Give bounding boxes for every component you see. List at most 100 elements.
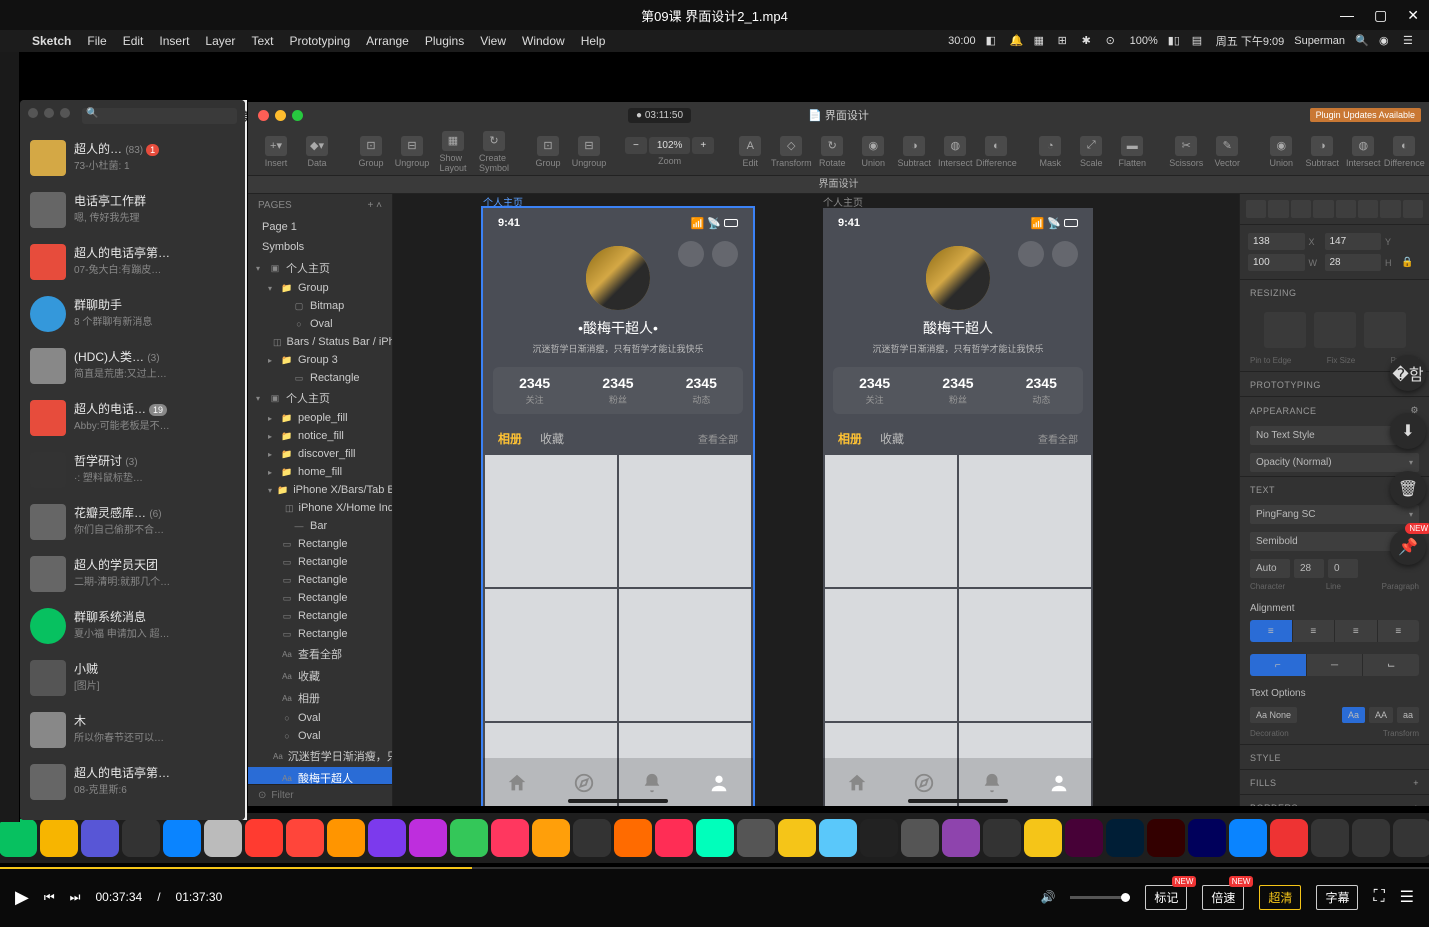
dock-app-icon[interactable] xyxy=(1270,819,1308,857)
bell-icon[interactable] xyxy=(641,772,663,794)
plugin-update-badge[interactable]: Plugin Updates Available xyxy=(1310,108,1421,122)
line-height[interactable]: 28 xyxy=(1294,559,1324,578)
layer-row[interactable]: ○Oval xyxy=(248,315,392,333)
dock-app-icon[interactable] xyxy=(1352,819,1390,857)
conversation-item[interactable]: 群聊系统消息 夏小福 申请加入 超… xyxy=(20,600,245,652)
discover-icon[interactable] xyxy=(573,772,595,794)
stat-posts[interactable]: 2345动态 xyxy=(1000,375,1083,406)
header-circle-button[interactable] xyxy=(678,241,704,267)
align-top-icon[interactable] xyxy=(1313,200,1333,218)
wechat-conversation-list[interactable]: 🔍 超人的… (83)1 73-小杜菌: 1 电话亭工作群 嗯, 传好我先理 超… xyxy=(20,100,245,820)
preview-control[interactable] xyxy=(1364,312,1406,348)
conversation-item[interactable]: 小贼 [图片] xyxy=(20,652,245,704)
dock-app-icon[interactable] xyxy=(368,819,406,857)
photo-cell[interactable] xyxy=(959,589,1091,721)
discover-icon[interactable] xyxy=(913,772,935,794)
page-item[interactable]: Page 1 xyxy=(248,217,392,237)
header-circle-button[interactable] xyxy=(1018,241,1044,267)
stat-fans[interactable]: 2345粉丝 xyxy=(916,375,999,406)
tb-difference2[interactable]: ◐Difference xyxy=(1386,136,1422,168)
volume-icon[interactable]: 🔊 xyxy=(1040,890,1055,904)
dock-app-icon[interactable] xyxy=(696,819,734,857)
artboard-header[interactable]: ▾▣个人主页 xyxy=(248,387,392,409)
speed-button[interactable]: 倍速NEW xyxy=(1202,885,1244,910)
traffic-light[interactable] xyxy=(28,108,38,118)
distribute-icon[interactable] xyxy=(1403,200,1423,218)
dock-app-icon[interactable] xyxy=(1065,819,1103,857)
menu-window[interactable]: Window xyxy=(514,34,573,48)
tb-edit[interactable]: AEdit xyxy=(732,136,768,168)
dock-app-icon[interactable] xyxy=(0,819,37,857)
h-input[interactable] xyxy=(1325,254,1382,271)
layer-row[interactable]: ▾📁iPhone X/Bars/Tab Bar/… xyxy=(248,481,392,499)
dock-app-icon[interactable] xyxy=(491,819,529,857)
dock-app-icon[interactable] xyxy=(655,819,693,857)
fills-header[interactable]: Fills+ xyxy=(1240,769,1429,794)
dock-app-icon[interactable] xyxy=(737,819,775,857)
menu-edit[interactable]: Edit xyxy=(115,34,152,48)
tab-fav[interactable]: 收藏 xyxy=(880,430,904,447)
play-icon[interactable]: ▶ xyxy=(15,887,29,908)
layer-row[interactable]: ▭Rectangle xyxy=(248,607,392,625)
conversation-item[interactable]: 电话亭工作群 嗯, 传好我先理 xyxy=(20,184,245,236)
home-icon[interactable] xyxy=(846,772,868,794)
dock-app-icon[interactable] xyxy=(122,819,160,857)
share-icon[interactable]: �함 xyxy=(1390,355,1426,391)
layer-row[interactable]: ▸📁notice_fill xyxy=(248,427,392,445)
filter-row[interactable]: ⊙Filter xyxy=(248,784,392,806)
status-icon[interactable]: ▦ xyxy=(1034,34,1048,48)
stat-follow[interactable]: 2345关注 xyxy=(833,375,916,406)
conversation-item[interactable]: 超人的电话亭第… 07-兔大白:有蹦皮… xyxy=(20,236,245,288)
deco-none[interactable]: Aa None xyxy=(1250,707,1297,723)
pin-icon[interactable]: 📌NEW xyxy=(1390,529,1426,565)
traffic-light[interactable] xyxy=(60,108,70,118)
maximize-icon[interactable]: ▢ xyxy=(1374,7,1387,24)
layer-row[interactable]: Aa酸梅干超人 xyxy=(248,767,392,784)
layer-row[interactable]: ◫Bars / Status Bar / iPho… xyxy=(248,333,392,351)
layer-row[interactable]: Aa收藏 xyxy=(248,665,392,687)
status-icon[interactable]: ⊞ xyxy=(1058,34,1072,48)
photo-cell[interactable] xyxy=(619,455,751,587)
transform-upper[interactable]: AA xyxy=(1369,707,1393,723)
layer-row[interactable]: ▭Rectangle xyxy=(248,589,392,607)
photo-cell[interactable] xyxy=(825,589,957,721)
layer-row[interactable]: ○Oval xyxy=(248,727,392,745)
tb-rotate[interactable]: ↻Rotate xyxy=(814,136,850,168)
tb-group[interactable]: ⊡Group xyxy=(353,136,389,168)
conversation-item[interactable]: 花瓣灵感库… (6) 你们自己偷那不合… xyxy=(20,496,245,548)
close-icon[interactable] xyxy=(258,110,269,121)
add-page-icon[interactable]: + ˄ xyxy=(368,200,382,211)
menu-prototyping[interactable]: Prototyping xyxy=(281,34,358,48)
artboard-label[interactable]: 个人主页 xyxy=(823,194,863,209)
dock-app-icon[interactable] xyxy=(1106,819,1144,857)
layer-row[interactable]: ▭Rectangle xyxy=(248,553,392,571)
dock-app-icon[interactable] xyxy=(40,819,78,857)
menu-text[interactable]: Text xyxy=(243,34,281,48)
dock-app-icon[interactable] xyxy=(1229,819,1267,857)
tb-transform[interactable]: ◇Transform xyxy=(773,136,809,168)
zoom-in[interactable]: + xyxy=(692,137,714,154)
dock-app-icon[interactable] xyxy=(942,819,980,857)
user-avatar[interactable] xyxy=(926,246,990,310)
dock-app-icon[interactable] xyxy=(983,819,1021,857)
transform-lower[interactable]: aa xyxy=(1397,707,1419,723)
layer-row[interactable]: ▢Bitmap xyxy=(248,297,392,315)
stat-fans[interactable]: 2345粉丝 xyxy=(576,375,659,406)
minimize-icon[interactable]: — xyxy=(1340,7,1354,24)
search-icon[interactable]: 🔍 xyxy=(1355,34,1369,48)
dock-app-icon[interactable] xyxy=(614,819,652,857)
status-icon[interactable]: ✱ xyxy=(1082,34,1096,48)
photo-cell[interactable] xyxy=(959,455,1091,587)
align-left-icon[interactable] xyxy=(1246,200,1266,218)
menu-view[interactable]: View xyxy=(472,34,514,48)
artboard-header[interactable]: ▾▣个人主页 xyxy=(248,257,392,279)
menu-layer[interactable]: Layer xyxy=(197,34,243,48)
dock-app-icon[interactable] xyxy=(860,819,898,857)
clock[interactable]: 周五 下午9:09 xyxy=(1216,33,1284,49)
artboard-selected[interactable]: 9:41📶📡 •酸梅干超人• 沉迷哲学日渐消瘦，只有哲学才能让我快乐 2345关… xyxy=(483,208,753,806)
dock-app-icon[interactable] xyxy=(1188,819,1226,857)
artboard-label[interactable]: 个人主页 xyxy=(483,194,523,209)
trash-icon[interactable]: 🗑 xyxy=(1390,471,1426,507)
dock-app-icon[interactable] xyxy=(1311,819,1349,857)
mark-button[interactable]: 标记NEW xyxy=(1145,885,1187,910)
